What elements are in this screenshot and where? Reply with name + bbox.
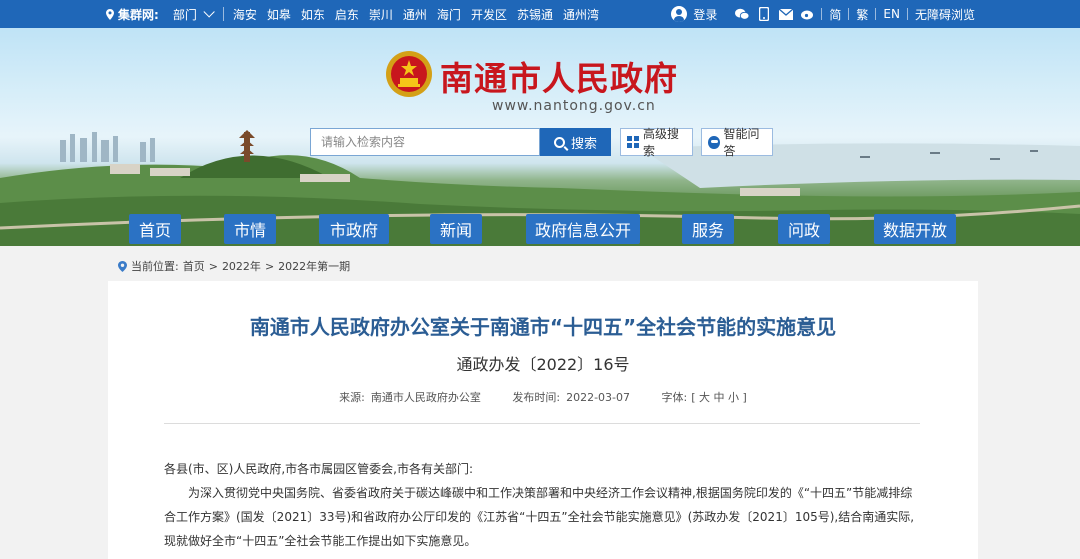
site-url: www.nantong.gov.cn [492, 98, 656, 114]
divider [875, 8, 877, 20]
smart-qa-button[interactable]: 智能问答 [701, 127, 773, 158]
dept-dropdown[interactable]: 部门 [173, 6, 215, 23]
search-button[interactable]: 搜索 [540, 128, 611, 156]
advanced-search-button[interactable]: 高级搜索 [620, 127, 693, 158]
weibo-icon[interactable] [801, 7, 815, 21]
national-emblem-icon [386, 51, 432, 97]
breadcrumb-separator: > [208, 259, 218, 273]
city-link[interactable]: 通州湾 [558, 6, 604, 23]
breadcrumb: 当前位置: 首页 > 2022年 > 2022年第一期 [118, 258, 354, 274]
breadcrumb-item[interactable]: 首页 [183, 258, 205, 274]
city-link[interactable]: 启东 [330, 6, 364, 23]
divider [821, 8, 823, 20]
city-link[interactable]: 海门 [432, 6, 466, 23]
location-pin-icon [118, 260, 127, 272]
site-title: 南通市人民政府 [440, 59, 678, 98]
city-link[interactable]: 如皋 [262, 6, 296, 23]
document-number: 通政办发〔2022〕16号 [456, 355, 630, 374]
article-card: 南通市人民政府办公室关于南通市“十四五”全社会节能的实施意见 通政办发〔2022… [108, 281, 978, 559]
divider [222, 7, 224, 21]
city-link[interactable]: 如东 [296, 6, 330, 23]
robot-icon [708, 135, 720, 149]
breadcrumb-separator: > [264, 259, 275, 273]
date-meta: 发布时间: 2022-03-07 [512, 391, 631, 404]
grid-icon [627, 136, 639, 148]
divider [164, 423, 920, 424]
top-bar: 集群网: 部门 海安 如皋 如东 启东 崇川 通州 海门 开发区 苏锡通 通州湾… [0, 0, 1080, 28]
cluster-label: 集群网: [106, 6, 159, 23]
salutation: 各县(市、区)人民政府,市各市属园区管委会,市各有关部门: [164, 462, 474, 476]
city-link[interactable]: 海安 [228, 6, 262, 23]
nav-item-inquiry[interactable]: 问政 [778, 214, 830, 244]
mail-icon[interactable] [779, 7, 794, 21]
city-link[interactable]: 开发区 [466, 6, 512, 23]
breadcrumb-item[interactable]: 2022年第一期 [278, 258, 350, 274]
main-nav: 首页 市情 市政府 新闻 政府信息公开 服务 问政 数据开放 [0, 214, 1080, 244]
mobile-icon[interactable] [757, 7, 771, 21]
nav-item-home[interactable]: 首页 [129, 214, 181, 244]
traditional-link[interactable]: 繁 [851, 6, 873, 23]
location-pin-icon [106, 8, 114, 20]
article-title: 南通市人民政府办公室关于南通市“十四五”全社会节能的实施意见 [249, 315, 837, 339]
article-paragraph: 为深入贯彻党中央国务院、省委省政府关于碳达峰碳中和工作决策部署和中央经济工作会议… [164, 486, 915, 548]
user-icon [671, 6, 688, 22]
article-body: 各县(市、区)人民政府,市各市属园区管委会,市各有关部门: 为深入贯彻党中央国务… [164, 457, 924, 553]
font-size-control[interactable]: [ 大 中 小 ] [691, 391, 747, 404]
font-size-meta: 字体:[ 大 中 小 ] [661, 391, 747, 404]
nav-item-info-disclosure[interactable]: 政府信息公开 [526, 214, 640, 244]
city-link[interactable]: 通州 [398, 6, 432, 23]
chevron-down-icon [203, 6, 215, 18]
simplified-link[interactable]: 简 [824, 6, 846, 23]
accessibility-link[interactable]: 无障碍浏览 [910, 6, 980, 23]
login-link[interactable]: 登录 [671, 6, 717, 23]
divider [848, 8, 850, 20]
wechat-icon[interactable] [735, 7, 750, 21]
english-link[interactable]: EN [878, 7, 905, 21]
search-icon [553, 136, 565, 148]
nav-item-news[interactable]: 新闻 [430, 214, 482, 244]
nav-item-services[interactable]: 服务 [682, 214, 734, 244]
city-link[interactable]: 苏锡通 [512, 6, 558, 23]
city-link[interactable]: 崇川 [364, 6, 398, 23]
divider [906, 8, 908, 20]
breadcrumb-item[interactable]: 2022年 [222, 258, 261, 274]
source-meta: 来源: 南通市人民政府办公室 [339, 391, 481, 404]
nav-item-open-data[interactable]: 数据开放 [874, 214, 956, 244]
article-meta: 来源: 南通市人民政府办公室 发布时间: 2022-03-07 字体:[ 大 中 小… [108, 389, 978, 405]
nav-item-city-info[interactable]: 市情 [224, 214, 276, 244]
header-banner: 南通市人民政府 www.nantong.gov.cn 请输入检索内容 搜索 高级… [0, 28, 1080, 246]
search-input[interactable]: 请输入检索内容 [310, 128, 540, 156]
nav-item-government[interactable]: 市政府 [319, 214, 389, 244]
breadcrumb-label: 当前位置: [131, 260, 179, 273]
